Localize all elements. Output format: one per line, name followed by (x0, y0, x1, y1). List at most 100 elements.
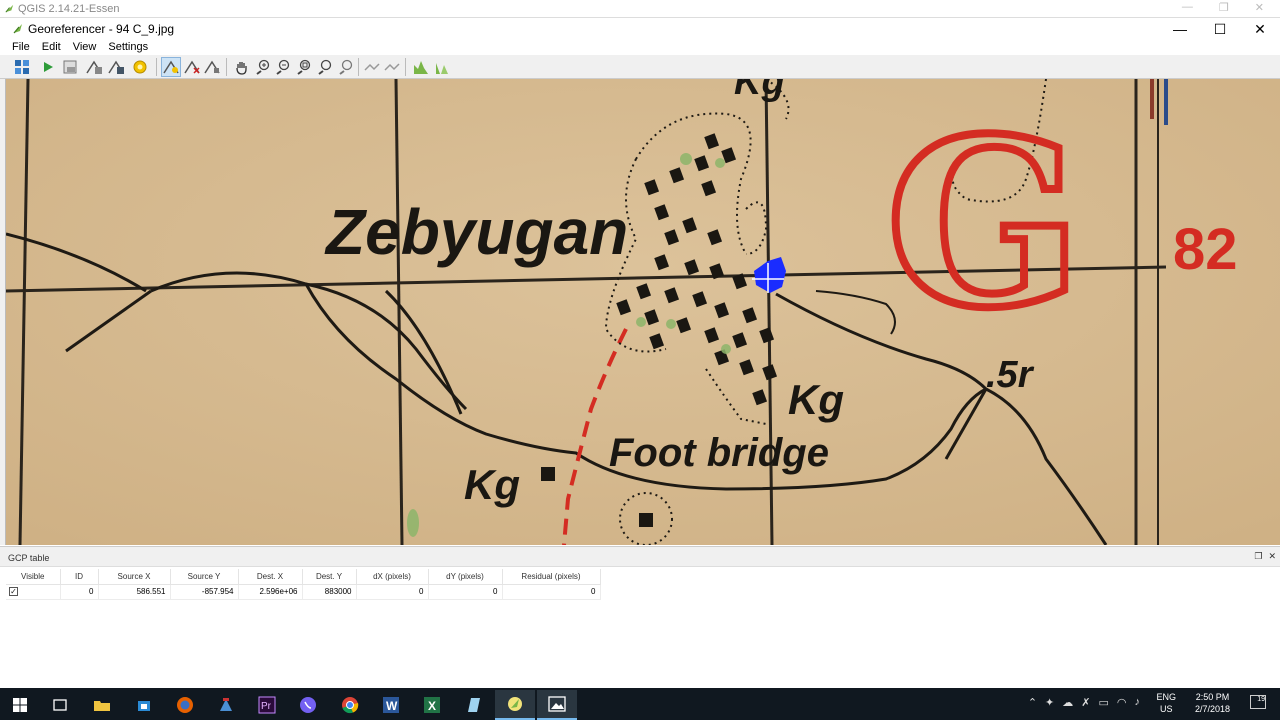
cell-id[interactable]: 0 (60, 584, 99, 600)
georeferencer-titlebar: Georeferencer - 94 C_9.jpg — ☐ ✕ (0, 18, 1280, 40)
minimize-button[interactable]: — (1160, 18, 1200, 40)
map-label-kg: Kg (464, 461, 520, 508)
gcp-table-panel: Visible ID Source X Source Y Dest. X Des… (0, 566, 1280, 688)
close-panel-icon[interactable]: ✕ (1268, 551, 1276, 562)
region-label: US (1159, 704, 1173, 714)
column-header[interactable]: Dest. Y (302, 569, 357, 585)
premiere-icon[interactable]: Pr (247, 690, 287, 720)
volume-icon[interactable]: ♪ (1135, 696, 1141, 709)
map-label-sr: .5r (986, 354, 1035, 396)
svg-text:X: X (428, 699, 436, 713)
generate-gdal-script-icon[interactable] (60, 57, 80, 77)
column-header[interactable]: Visible (6, 569, 61, 585)
language-label: ENG (1156, 692, 1176, 702)
windows-start-icon[interactable] (0, 690, 40, 720)
svg-text:Pr: Pr (261, 701, 272, 712)
close-button[interactable]: ✕ (1240, 18, 1280, 40)
chrome-icon[interactable] (330, 690, 370, 720)
cell-dest-y[interactable]: 883000 (302, 584, 357, 600)
map-label-kg: Kg (734, 79, 785, 103)
column-header[interactable]: Residual (pixels) (502, 569, 601, 585)
menu-edit[interactable]: Edit (36, 40, 67, 55)
cloud-icon[interactable]: ☁ (1062, 696, 1073, 709)
qgis-icon (5, 4, 14, 13)
date-label: 2/7/2018 (1194, 704, 1230, 714)
store-icon[interactable] (124, 690, 164, 720)
map-label-village: Zebyugan (324, 196, 628, 268)
firefox-icon[interactable] (165, 690, 205, 720)
move-gcp-icon[interactable] (202, 57, 222, 77)
notification-center-icon[interactable]: 19 (1250, 695, 1266, 709)
link-georeferencer-icon[interactable] (362, 57, 382, 77)
map-canvas[interactable]: G 82 Zebyugan Kg Kg Kg Foot bridge .5r (6, 79, 1280, 545)
calibre-icon[interactable] (206, 690, 246, 720)
file-explorer-icon[interactable] (82, 690, 122, 720)
map-grid-letter: G (886, 89, 1082, 359)
toolbar-separator (358, 58, 359, 76)
delete-point-icon[interactable] (182, 57, 202, 77)
cell-source-x[interactable]: 586.551 (98, 584, 171, 600)
qgis-restore-button[interactable]: ❐ (1219, 1, 1229, 14)
maximize-button[interactable]: ☐ (1200, 18, 1240, 40)
start-georeferencing-icon[interactable] (38, 57, 58, 77)
column-header[interactable]: ID (60, 569, 99, 585)
pan-icon[interactable] (232, 57, 252, 77)
undock-icon[interactable]: ❐ (1254, 551, 1262, 562)
menu-file[interactable]: File (6, 40, 36, 55)
column-header[interactable]: Source Y (170, 569, 239, 585)
cell-source-y[interactable]: -857.954 (170, 584, 239, 600)
qgis-icon[interactable] (495, 690, 535, 720)
menubar: File Edit View Settings (0, 40, 1280, 55)
cell-residual[interactable]: 0 (502, 584, 601, 600)
battery-icon[interactable]: ▭ (1098, 696, 1108, 709)
qgis-minimize-button[interactable]: — (1182, 1, 1193, 14)
local-histogram-stretch-icon[interactable] (432, 57, 452, 77)
open-raster-icon[interactable] (12, 57, 32, 77)
georeferencer-window-title: Georeferencer - 94 C_9.jpg (28, 22, 175, 36)
toolbar (0, 55, 1280, 79)
table-row[interactable]: ✓ 0 586.551 -857.954 2.596e+06 883000 0 … (6, 584, 601, 600)
menu-settings[interactable]: Settings (102, 40, 154, 55)
link-qgis-icon[interactable] (382, 57, 402, 77)
viber-icon[interactable] (288, 690, 328, 720)
qgis-close-button[interactable]: ✕ (1255, 1, 1264, 14)
map-grid-number: 82 (1173, 217, 1238, 282)
add-point-icon[interactable] (161, 57, 181, 77)
zoom-to-layer-icon[interactable] (294, 57, 314, 77)
notes-icon[interactable] (454, 690, 494, 720)
save-gcp-icon[interactable] (106, 57, 126, 77)
excel-icon[interactable]: X (412, 690, 452, 720)
photos-icon[interactable] (537, 690, 577, 720)
column-header[interactable]: dX (pixels) (356, 569, 429, 585)
transformation-settings-icon[interactable] (130, 57, 150, 77)
qgis-window-controls: — ❐ ✕ (1182, 1, 1264, 14)
task-view-icon[interactable] (40, 690, 80, 720)
chevron-up-icon[interactable]: ⌃ (1028, 696, 1037, 709)
gcp-table-title: GCP table (8, 553, 50, 563)
zoom-next-icon[interactable] (336, 57, 356, 77)
language-indicator[interactable]: ENG US (1156, 691, 1176, 715)
cell-dx[interactable]: 0 (356, 584, 429, 600)
toolbar-separator (226, 58, 227, 76)
word-icon[interactable]: W (371, 690, 411, 720)
wifi-icon[interactable]: ◠ (1117, 696, 1127, 709)
security-icon[interactable]: ✗ (1081, 696, 1090, 709)
zoom-last-icon[interactable] (315, 57, 335, 77)
map-label-kg: Kg (788, 376, 844, 423)
zoom-in-icon[interactable] (253, 57, 273, 77)
full-histogram-stretch-icon[interactable] (411, 57, 431, 77)
dropbox-icon[interactable]: ✦ (1045, 696, 1054, 709)
cell-dest-x[interactable]: 2.596e+06 (238, 584, 303, 600)
visible-checkbox[interactable]: ✓ (9, 587, 18, 596)
menu-view[interactable]: View (67, 40, 103, 55)
zoom-out-icon[interactable] (273, 57, 293, 77)
column-header[interactable]: Dest. X (238, 569, 303, 585)
toolbar-separator (156, 58, 157, 76)
column-header[interactable]: Source X (98, 569, 171, 585)
cell-dy[interactable]: 0 (428, 584, 503, 600)
toolbar-separator (405, 58, 406, 76)
clock[interactable]: 2:50 PM 2/7/2018 (1195, 691, 1230, 715)
load-gcp-icon[interactable] (84, 57, 104, 77)
column-header[interactable]: dY (pixels) (428, 569, 503, 585)
gcp-table: Visible ID Source X Source Y Dest. X Des… (6, 569, 601, 600)
